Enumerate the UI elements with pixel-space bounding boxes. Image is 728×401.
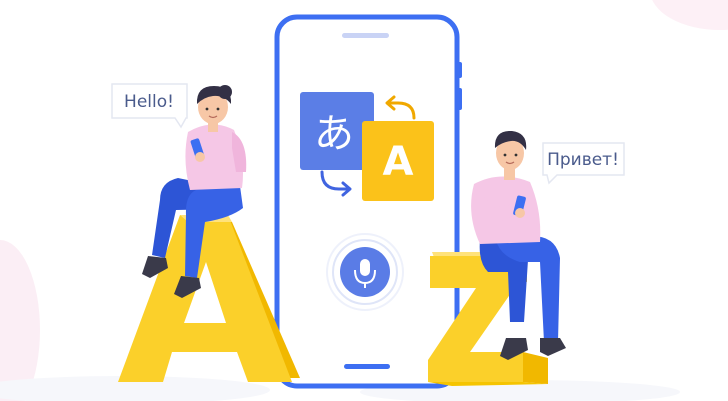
speech-bubble-right-text: Привет!: [547, 150, 619, 170]
speech-bubble-left: Hello!: [111, 83, 188, 129]
speech-bubble-left-text: Hello!: [124, 92, 174, 112]
background-blob: [652, 0, 728, 30]
letter-a-sculpture: [118, 215, 300, 382]
target-glyph: A: [383, 139, 414, 185]
source-glyph: あ: [314, 111, 354, 157]
phone-home-bar: [344, 364, 390, 369]
illustration: あ A Hello! Привет!: [0, 0, 728, 401]
phone-speaker: [342, 33, 389, 38]
background-blob: [0, 240, 40, 401]
translation-app-illustration: あ A Hello! Привет!: [0, 0, 728, 401]
smartphone-icon: [274, 14, 462, 389]
speech-bubble-right: Привет!: [542, 142, 625, 185]
